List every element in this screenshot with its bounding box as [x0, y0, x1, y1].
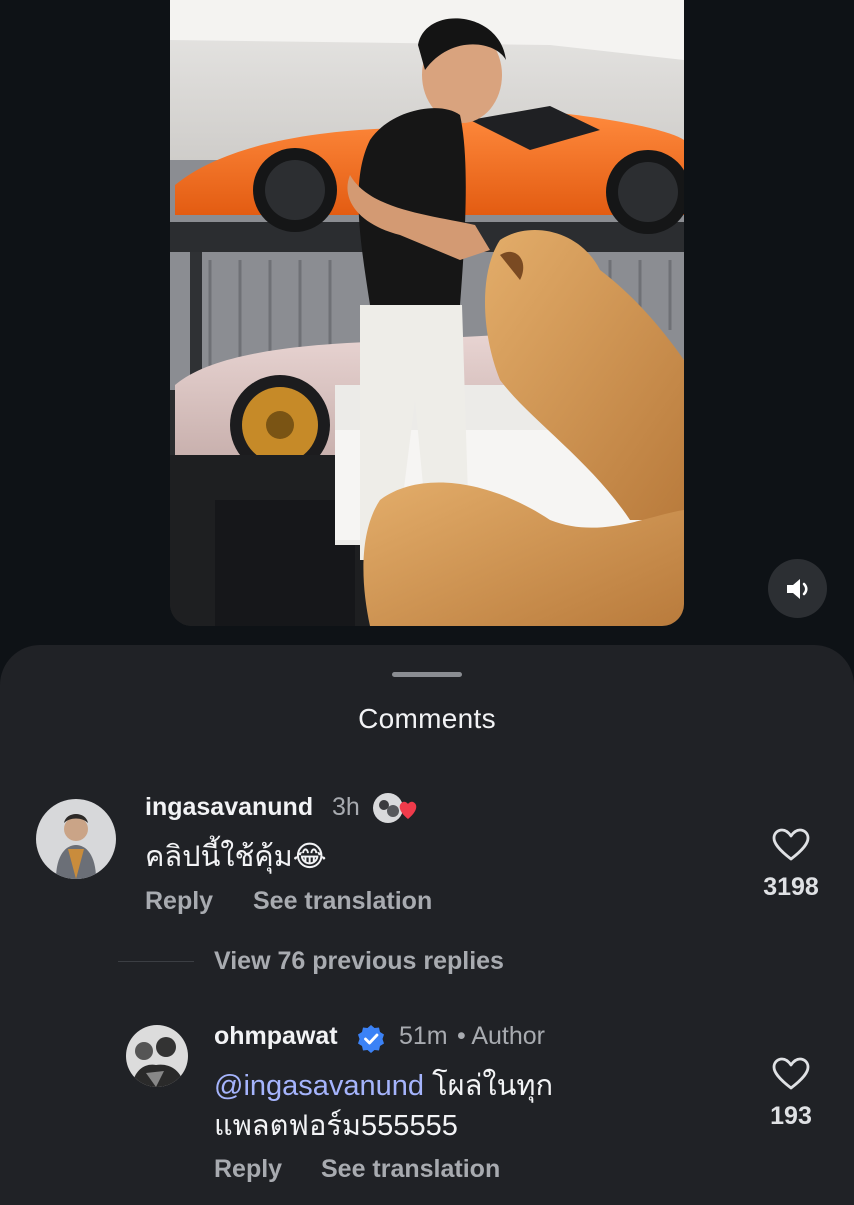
author-tag: • Author — [457, 1022, 545, 1050]
verified-badge-icon — [358, 1025, 384, 1053]
comments-sheet: Comments ingasavanund 3h คลิปนี้ใช้คุ้ม😂… — [0, 645, 854, 1205]
like-count: 193 — [770, 1102, 812, 1130]
mute-button[interactable] — [768, 559, 827, 618]
like-count: 3198 — [763, 873, 819, 901]
comment-time: 3h — [332, 793, 360, 821]
see-translation-button[interactable]: See translation — [253, 887, 432, 916]
red-heart-icon — [373, 793, 417, 823]
comment-text: คลิปนี้ใช้คุ้ม😂 — [145, 837, 327, 877]
like-button[interactable] — [772, 1057, 810, 1096]
comment-username[interactable]: ingasavanund — [145, 793, 313, 822]
replies-divider — [118, 961, 194, 962]
speaker-icon — [786, 578, 808, 599]
avatar[interactable] — [36, 799, 116, 879]
comment-body: คลิปนี้ใช้คุ้ม — [145, 841, 293, 873]
comment-username[interactable]: ohmpawat — [214, 1022, 338, 1051]
comment-body: แพลตฟอร์ม555555 — [214, 1110, 458, 1142]
sheet-title: Comments — [358, 703, 496, 734]
creator-liked-badge — [372, 791, 422, 830]
video-player[interactable] — [170, 0, 684, 626]
avatar[interactable] — [126, 1025, 188, 1087]
comment-body: โผล่ในทุก — [432, 1070, 554, 1102]
mention-link[interactable]: @ingasavanund — [214, 1070, 424, 1102]
comment-text: @ingasavanund โผล่ในทุก แพลตฟอร์ม555555 — [214, 1066, 553, 1146]
heart-outline-icon — [772, 1057, 810, 1090]
drag-handle[interactable] — [392, 672, 462, 677]
heart-outline-icon — [772, 828, 810, 861]
like-button[interactable] — [772, 828, 810, 867]
video-frame-image — [170, 0, 684, 626]
verified-badge-icon — [356, 1024, 386, 1059]
view-previous-replies-button[interactable]: View 76 previous replies — [214, 947, 504, 976]
comment-time: 51m — [399, 1022, 448, 1050]
avatar-image — [36, 799, 116, 879]
laughing-emoji: 😂 — [292, 841, 327, 873]
see-translation-button[interactable]: See translation — [321, 1155, 500, 1184]
avatar-image — [126, 1025, 188, 1087]
reply-button[interactable]: Reply — [214, 1155, 282, 1184]
reply-button[interactable]: Reply — [145, 887, 213, 916]
